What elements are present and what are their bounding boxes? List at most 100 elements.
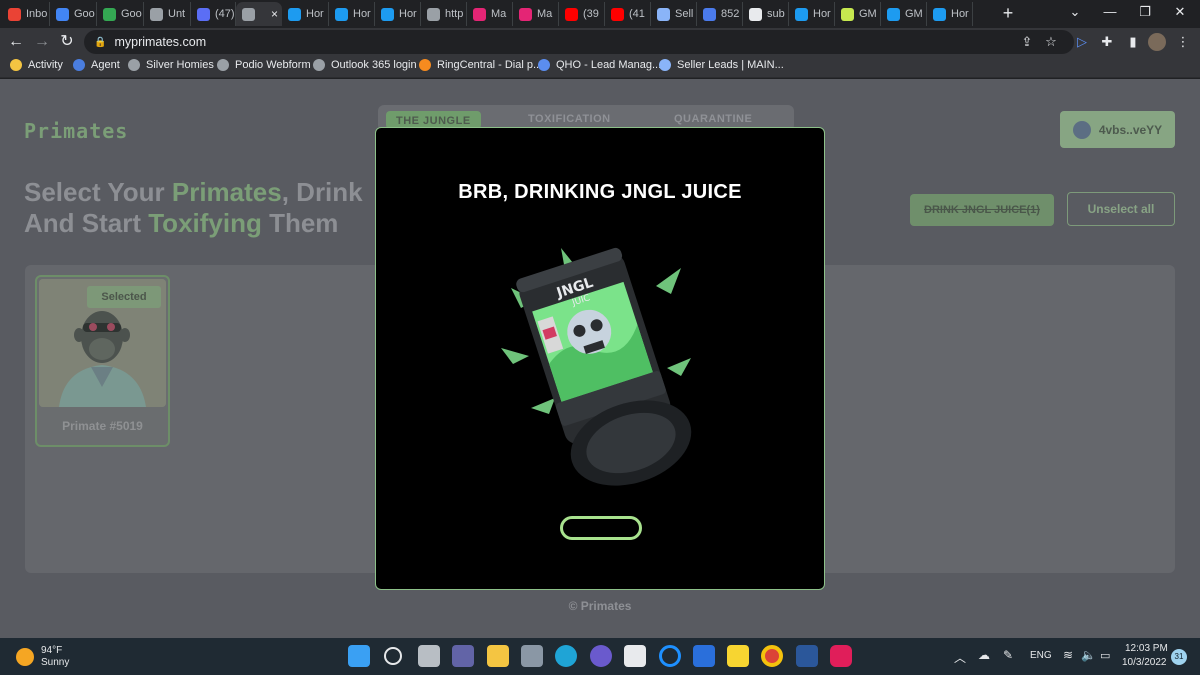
- store-icon[interactable]: [624, 645, 646, 667]
- bookmark-label: Silver Homies: [146, 59, 214, 71]
- primates-logo[interactable]: Primates: [24, 119, 128, 143]
- browser-tab-strip: Inbo Goo Goo Unt (47) × Hor Hor Hor http Ma Ma (39 (4…: [0, 0, 1200, 28]
- calculator-icon[interactable]: [521, 645, 543, 667]
- browser-tab[interactable]: Unt: [144, 2, 191, 26]
- weather-desc[interactable]: Sunny: [41, 657, 69, 668]
- file-explorer-icon[interactable]: [487, 645, 509, 667]
- browser-tab[interactable]: (39: [559, 2, 605, 26]
- globe-icon: [427, 7, 440, 21]
- app-icon[interactable]: [693, 645, 715, 667]
- forward-icon[interactable]: →: [32, 32, 52, 52]
- browser-tab[interactable]: GM: [835, 2, 881, 26]
- page-headline: Select Your Primates, Drink And Start To…: [24, 177, 384, 239]
- browser-tab[interactable]: Hor: [927, 2, 973, 26]
- extension-play-icon[interactable]: ▷: [1073, 33, 1091, 51]
- jngl-juice-can-illustration: JNGL JUIC: [501, 247, 692, 486]
- browser-tab[interactable]: Goo: [50, 2, 97, 26]
- side-panel-icon[interactable]: ▮: [1124, 33, 1142, 51]
- app-icon[interactable]: [590, 645, 612, 667]
- close-window-icon[interactable]: ✕: [1170, 4, 1190, 20]
- show-hidden-icons[interactable]: ︿: [954, 649, 966, 666]
- primate-card[interactable]: Selected Primate #5019: [35, 275, 170, 447]
- chrome-icon[interactable]: [761, 645, 783, 667]
- browser-tab[interactable]: Sell: [651, 2, 697, 26]
- browser-tab[interactable]: (47): [191, 2, 236, 26]
- sticky-notes-icon[interactable]: [727, 645, 749, 667]
- browser-tab-label: (41: [629, 8, 645, 20]
- cortana-icon[interactable]: [659, 645, 681, 667]
- browser-tab[interactable]: Inbo: [2, 2, 50, 26]
- bookmark-item[interactable]: Activity: [10, 59, 63, 71]
- teams-icon[interactable]: [452, 645, 474, 667]
- modal-action-button[interactable]: [560, 516, 642, 540]
- profile-avatar[interactable]: [1148, 33, 1166, 51]
- browser-tab-label: (39: [583, 8, 599, 20]
- windows-start-icon[interactable]: [348, 645, 370, 667]
- weather-temp[interactable]: 94°F: [41, 645, 62, 656]
- bookmark-star-icon[interactable]: ☆: [1042, 33, 1060, 51]
- clock-time[interactable]: 12:03 PM: [1125, 643, 1168, 654]
- reload-icon[interactable]: ↻: [57, 32, 77, 52]
- browser-tab[interactable]: Ma: [467, 2, 513, 26]
- forms-icon: [538, 59, 550, 71]
- share-icon[interactable]: ⇪: [1018, 33, 1036, 51]
- browser-tab[interactable]: Hor: [282, 2, 329, 26]
- browser-tab[interactable]: GM: [881, 2, 927, 26]
- browser-tab[interactable]: http: [421, 2, 467, 26]
- new-tab-button[interactable]: +: [998, 3, 1018, 24]
- ringcentral-icon: [419, 59, 431, 71]
- bookmark-item[interactable]: QHO - Lead Manag...: [538, 59, 661, 71]
- browser-tab-label: Ma: [537, 8, 553, 20]
- wifi-icon[interactable]: ≋: [1063, 648, 1073, 662]
- browser-tab[interactable]: sub: [743, 2, 789, 26]
- browser-tab-label: GM: [905, 8, 923, 20]
- volume-icon[interactable]: 🔈: [1081, 648, 1096, 662]
- tab-close-icon[interactable]: ×: [271, 7, 278, 21]
- browser-tab[interactable]: Ma: [513, 2, 559, 26]
- twitter-icon: [795, 7, 808, 21]
- sun-weather-icon[interactable]: [16, 648, 34, 666]
- search-icon[interactable]: [384, 647, 402, 665]
- bookmark-item[interactable]: RingCentral - Dial p...: [419, 59, 542, 71]
- notification-badge[interactable]: 31: [1171, 649, 1187, 665]
- browser-tab[interactable]: Hor: [329, 2, 375, 26]
- browser-tab[interactable]: Hor: [789, 2, 835, 26]
- browser-tab[interactable]: Goo: [97, 2, 144, 26]
- browser-tab[interactable]: (41: [605, 2, 651, 26]
- silver-homies-icon: [128, 59, 140, 71]
- language-indicator[interactable]: ENG: [1030, 650, 1052, 661]
- browser-tab[interactable]: ×: [236, 2, 282, 26]
- bookmark-item[interactable]: Podio Webform: [217, 59, 311, 71]
- browser-tab[interactable]: 852: [697, 2, 743, 26]
- menu-kebab-icon[interactable]: ⋮: [1174, 33, 1192, 51]
- battery-icon[interactable]: ▭: [1100, 649, 1110, 662]
- tab-search-icon[interactable]: ⌄: [1065, 4, 1085, 20]
- bookmark-label: QHO - Lead Manag...: [556, 59, 662, 71]
- bookmark-item[interactable]: Seller Leads | MAIN...: [659, 59, 784, 71]
- edge-icon[interactable]: [555, 645, 577, 667]
- unselect-all-button[interactable]: Unselect all: [1067, 192, 1175, 226]
- clock-date[interactable]: 10/3/2022: [1122, 657, 1167, 668]
- word-icon[interactable]: [796, 645, 818, 667]
- pen-icon[interactable]: ✎: [1003, 648, 1013, 662]
- browser-tab[interactable]: Hor: [375, 2, 421, 26]
- bookmark-label: Activity: [28, 59, 63, 71]
- back-icon[interactable]: ←: [6, 32, 26, 52]
- bookmark-item[interactable]: Agent: [73, 59, 120, 71]
- slack-icon[interactable]: [830, 645, 852, 667]
- magic-eden-icon: [519, 7, 532, 21]
- wallet-button[interactable]: 4vbs..veYY: [1060, 111, 1175, 148]
- extensions-puzzle-icon[interactable]: ✚: [1098, 33, 1116, 51]
- address-bar[interactable]: 🔒 myprimates.com: [84, 30, 1074, 54]
- bookmark-item[interactable]: Outlook 365 login: [313, 59, 417, 71]
- youtube-icon: [565, 7, 578, 21]
- agent-icon: [73, 59, 85, 71]
- task-view-icon[interactable]: [418, 645, 440, 667]
- seller-icon: [659, 59, 671, 71]
- bookmark-item[interactable]: Silver Homies: [128, 59, 214, 71]
- restore-icon[interactable]: ❐: [1135, 4, 1155, 20]
- drink-jngl-juice-button[interactable]: DRINK JNGL JUICE(1): [910, 194, 1054, 226]
- onedrive-icon[interactable]: ☁: [978, 648, 990, 662]
- browser-toolbar: ← → ↻ 🔒 myprimates.com ⇪ ☆ ▷ ✚ ▮ ⋮: [0, 28, 1200, 56]
- minimize-icon[interactable]: —: [1100, 4, 1120, 19]
